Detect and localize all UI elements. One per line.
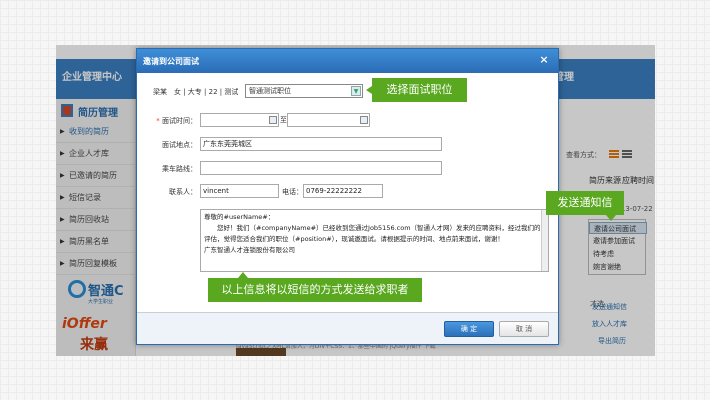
callout-pointer <box>366 86 372 94</box>
phone-input[interactable]: 0769-22222222 <box>303 184 383 198</box>
location-input[interactable]: 广东东莞莞城区 <box>200 137 442 151</box>
required-mark: * <box>156 117 160 125</box>
position-select[interactable]: 智通测试职位 ▼ <box>245 84 363 98</box>
contact-value: vincent <box>203 187 229 195</box>
start-time-input[interactable] <box>200 113 279 127</box>
close-icon[interactable]: × <box>537 53 551 67</box>
position-select-value: 智通测试职位 <box>249 87 291 95</box>
screenshot-frame: 企业管理中心 管理 简历管理 ▶ 收到的简历 ▶ 企业人才库 ▶ 已邀请的简历 ▶ 短信… <box>56 45 655 356</box>
dialog-header: 邀请到公司面试 × <box>137 49 558 73</box>
time-to-label: 至 <box>280 116 287 124</box>
message-line: 广东智通人才连锁股份有限公司 <box>204 246 295 254</box>
callout-send-notice: 发送通知信 <box>546 191 624 221</box>
message-line: 您好！我们（#companyName#）已经收到您通过Job5156.com（智… <box>204 224 541 232</box>
calendar-icon[interactable] <box>269 116 277 124</box>
phone-label: 电话： <box>282 188 303 196</box>
candidate-info: 梁某 女 | 大专 | 22 | 测试 <box>153 88 239 96</box>
end-time-input[interactable] <box>287 113 370 127</box>
callout-pointer <box>606 215 616 221</box>
chevron-down-icon: ▼ <box>351 86 361 96</box>
contact-input[interactable]: vincent <box>200 184 279 198</box>
location-value: 广东东莞莞城区 <box>203 140 252 148</box>
time-label: * 面试时间： <box>139 116 197 126</box>
route-input[interactable] <box>200 161 442 175</box>
callout-text: 发送通知信 <box>557 196 613 209</box>
callout-text: 以上信息将以短信的方式发送给求职者 <box>221 283 409 296</box>
calendar-icon[interactable] <box>360 116 368 124</box>
location-label: 面试地点： <box>162 141 197 149</box>
cancel-button[interactable]: 取 消 <box>499 321 549 337</box>
callout-pointer <box>238 272 248 278</box>
message-line: 尊敬的#userName#： <box>204 213 275 221</box>
message-textarea[interactable]: 尊敬的#userName#： 您好！我们（#companyName#）已经收到您… <box>200 209 549 272</box>
dialog-footer: 确 定 取 消 <box>137 312 558 344</box>
ok-button[interactable]: 确 定 <box>444 321 494 337</box>
contact-label: 联系人： <box>169 188 197 196</box>
callout-sms-info: 以上信息将以短信的方式发送给求职者 <box>208 272 422 302</box>
callout-select-position: 选择面试职位 <box>366 78 467 102</box>
message-line: 评估，觉得您适合我们的职位（#position#），现诚邀面试。请根据提示的时间… <box>204 235 504 243</box>
callout-text: 选择面试职位 <box>386 83 453 96</box>
route-label: 乘车路线： <box>162 165 197 173</box>
textarea-scrollbar[interactable] <box>541 210 548 271</box>
phone-value: 0769-22222222 <box>306 187 362 195</box>
dialog-title: 邀请到公司面试 <box>143 57 199 66</box>
time-label-text: 面试时间： <box>162 117 197 125</box>
